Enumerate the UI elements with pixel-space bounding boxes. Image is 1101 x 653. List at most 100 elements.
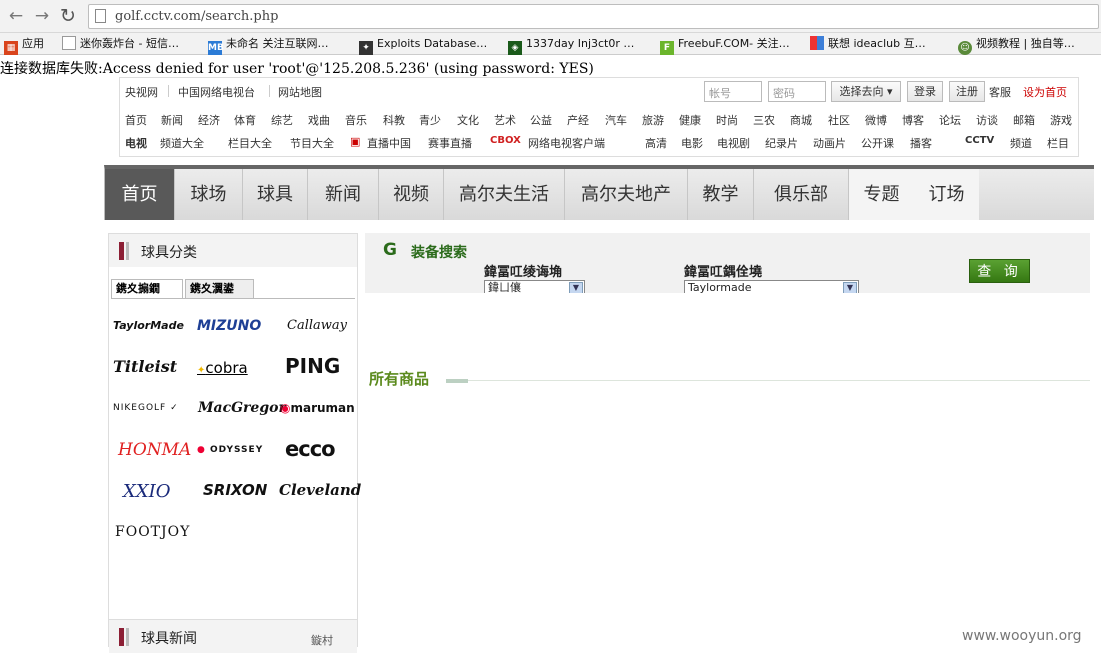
channel-link[interactable]: 汽车 bbox=[605, 112, 627, 128]
brand-ecco[interactable]: ecco bbox=[285, 438, 336, 460]
channel-link[interactable]: 邮箱 bbox=[1013, 112, 1035, 128]
tv-link[interactable]: 频道 bbox=[1010, 135, 1032, 151]
brand-mizuno[interactable]: MIZUNO bbox=[197, 315, 261, 337]
destination-select[interactable]: 选择去向 ▾ bbox=[831, 81, 901, 102]
login-button[interactable]: 登录 bbox=[907, 81, 943, 102]
brand-taylormade[interactable]: TaylorMade bbox=[113, 315, 184, 337]
channel-link[interactable]: 音乐 bbox=[345, 112, 367, 128]
bookmark-3[interactable]: ✦ Exploits Database… bbox=[359, 36, 487, 55]
brand-macgregor[interactable]: MacGregor bbox=[198, 397, 286, 419]
brand-callaway[interactable]: Callaway bbox=[287, 315, 347, 337]
brand-select[interactable]: Taylormade ▼ bbox=[684, 280, 859, 293]
link-cctv-com[interactable]: 央视网 bbox=[125, 84, 158, 100]
brand-footjoy[interactable]: FOOTJOY bbox=[115, 521, 190, 543]
channel-link[interactable]: 商城 bbox=[790, 112, 812, 128]
nav-courses[interactable]: 球场 bbox=[175, 169, 243, 220]
channel-link[interactable]: 三农 bbox=[753, 112, 775, 128]
nav-equipment[interactable]: 球具 bbox=[243, 169, 308, 220]
tv-link[interactable]: 节目大全 bbox=[290, 135, 334, 151]
set-home-link[interactable]: 设为首页 bbox=[1023, 84, 1067, 100]
brand-xxio[interactable]: XXIO bbox=[123, 481, 171, 503]
tv-link[interactable]: 栏目 bbox=[1047, 135, 1069, 151]
brand-cleveland[interactable]: Cleveland bbox=[279, 479, 361, 501]
query-button[interactable]: 查 询 bbox=[969, 259, 1030, 283]
brand-srixon[interactable]: SRIXON bbox=[203, 479, 267, 501]
nav-home[interactable]: 首页 bbox=[105, 169, 175, 220]
channel-link[interactable]: 文化 bbox=[457, 112, 479, 128]
link-cntv[interactable]: 中国网络电视台 bbox=[178, 84, 255, 100]
channel-link[interactable]: 公益 bbox=[530, 112, 552, 128]
service-link[interactable]: 客服 bbox=[989, 84, 1011, 100]
tv-link[interactable]: 电视剧 bbox=[717, 135, 750, 151]
nav-video[interactable]: 视频 bbox=[379, 169, 444, 220]
account-input[interactable]: 帐号 bbox=[704, 81, 762, 102]
tv-link[interactable]: 网络电视客户端 bbox=[528, 135, 605, 151]
nav-clubs[interactable]: 俱乐部 bbox=[754, 169, 849, 220]
brand-odyssey[interactable]: ● ODYSSEY bbox=[197, 439, 263, 461]
golf-main-nav: 首页 球场 球具 新闻 视频 高尔夫生活 高尔夫地产 教学 俱乐部 专题 订场 bbox=[104, 165, 1094, 220]
nav-topics[interactable]: 专题 bbox=[849, 169, 914, 220]
cbox-logo: CBOX bbox=[490, 135, 521, 146]
tv-link[interactable]: 公开课 bbox=[861, 135, 894, 151]
bookmark-1[interactable]: 迷你轰炸台 - 短信… bbox=[62, 36, 179, 52]
brand-ping[interactable]: PING bbox=[285, 355, 340, 377]
link-sitemap[interactable]: 网站地图 bbox=[278, 84, 322, 100]
tv-link[interactable]: 动画片 bbox=[813, 135, 846, 151]
brand-cobra[interactable]: ✦cobra bbox=[197, 357, 248, 379]
cctv-logo[interactable]: CCTV bbox=[965, 135, 994, 146]
channel-link[interactable]: 健康 bbox=[679, 112, 701, 128]
channel-link[interactable]: 青少 bbox=[419, 112, 441, 128]
panel-header: 球具分类 bbox=[109, 233, 357, 267]
channel-link[interactable]: 经济 bbox=[198, 112, 220, 128]
category-select[interactable]: 鍏ㄩ儴 ▼ bbox=[484, 280, 585, 293]
tv-link[interactable]: 频道大全 bbox=[160, 135, 204, 151]
tab-by-model[interactable]: 鎸夊瀷鍙 bbox=[185, 279, 254, 299]
channel-link[interactable]: 产经 bbox=[567, 112, 589, 128]
channel-link[interactable]: 访谈 bbox=[976, 112, 998, 128]
channel-link[interactable]: 新闻 bbox=[161, 112, 183, 128]
channel-link[interactable]: 首页 bbox=[125, 112, 147, 128]
channel-link[interactable]: 游戏 bbox=[1050, 112, 1072, 128]
register-button[interactable]: 注册 bbox=[949, 81, 985, 102]
tv-link[interactable]: 直播中国 bbox=[367, 135, 411, 151]
nav-golf-estate[interactable]: 高尔夫地产 bbox=[565, 169, 688, 220]
back-arrow-icon[interactable]: ← bbox=[6, 6, 26, 26]
tv-link[interactable]: 电影 bbox=[681, 135, 703, 151]
bookmark-7[interactable]: ☺ 视频教程 | 独自等… bbox=[958, 36, 1075, 55]
channel-link[interactable]: 旅游 bbox=[642, 112, 664, 128]
bookmark-apps[interactable]: ▦ 应用 bbox=[4, 36, 44, 55]
brand-maruman[interactable]: ◉maruman bbox=[280, 397, 355, 419]
nav-booking[interactable]: 订场 bbox=[914, 169, 979, 220]
bookmark-2[interactable]: MB 未命名 关注互联网… bbox=[208, 36, 329, 55]
channel-link[interactable]: 综艺 bbox=[271, 112, 293, 128]
channel-link[interactable]: 戏曲 bbox=[308, 112, 330, 128]
nav-golf-life[interactable]: 高尔夫生活 bbox=[444, 169, 565, 220]
forward-arrow-icon[interactable]: → bbox=[32, 6, 52, 26]
tv-link[interactable]: 播客 bbox=[910, 135, 932, 151]
channel-link[interactable]: 微博 bbox=[865, 112, 887, 128]
nav-news[interactable]: 新闻 bbox=[308, 169, 379, 220]
tv-link[interactable]: 赛事直播 bbox=[428, 135, 472, 151]
bookmark-4[interactable]: ◈ 1337day Inj3ct0r … bbox=[508, 36, 634, 55]
brand-honma[interactable]: HONMA bbox=[118, 439, 191, 461]
address-bar[interactable]: golf.cctv.com/search.php bbox=[88, 4, 1099, 29]
tv-link[interactable]: 纪录片 bbox=[765, 135, 798, 151]
tab-by-brand[interactable]: 鎸夊搧鐗 bbox=[111, 279, 183, 299]
channel-link[interactable]: 论坛 bbox=[939, 112, 961, 128]
tv-link[interactable]: 高清 bbox=[645, 135, 667, 151]
channel-link[interactable]: 科教 bbox=[383, 112, 405, 128]
brand-nikegolf[interactable]: NIKEGOLF ✓ bbox=[113, 397, 179, 419]
tv-link[interactable]: 栏目大全 bbox=[228, 135, 272, 151]
news-more-link[interactable]: 鏇村 bbox=[311, 632, 333, 648]
channel-link[interactable]: 体育 bbox=[234, 112, 256, 128]
channel-link[interactable]: 时尚 bbox=[716, 112, 738, 128]
brand-titleist[interactable]: Titleist bbox=[113, 356, 177, 378]
channel-link[interactable]: 艺术 bbox=[494, 112, 516, 128]
nav-teaching[interactable]: 教学 bbox=[688, 169, 754, 220]
password-input[interactable]: 密码 bbox=[768, 81, 826, 102]
channel-link[interactable]: 博客 bbox=[902, 112, 924, 128]
bookmark-6[interactable]: 联想 ideaclub 互… bbox=[810, 36, 926, 52]
channel-link[interactable]: 社区 bbox=[828, 112, 850, 128]
bookmark-5[interactable]: F FreebuF.COM- 关注… bbox=[660, 36, 790, 55]
reload-icon[interactable]: ↻ bbox=[58, 6, 78, 26]
